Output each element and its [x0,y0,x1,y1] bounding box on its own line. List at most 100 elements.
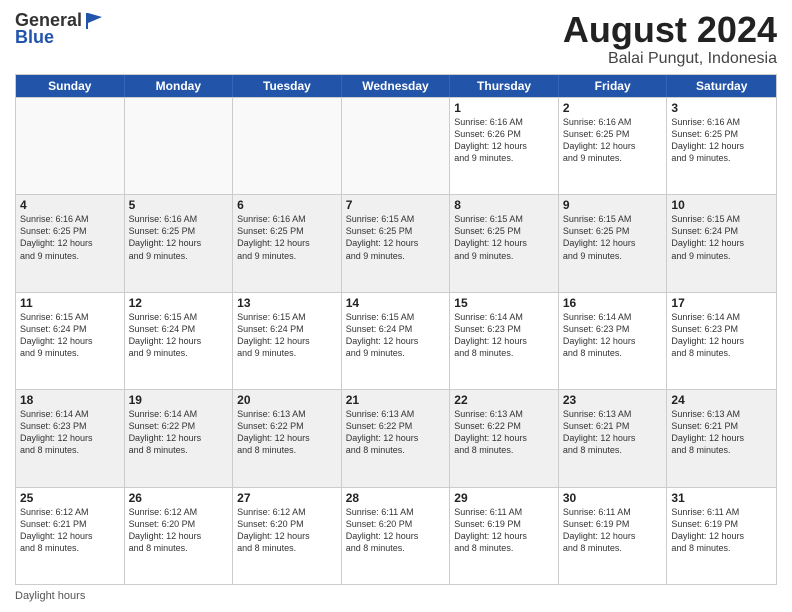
calendar-cell: 7Sunrise: 6:15 AM Sunset: 6:25 PM Daylig… [342,195,451,291]
calendar-cell: 9Sunrise: 6:15 AM Sunset: 6:25 PM Daylig… [559,195,668,291]
calendar-body: 1Sunrise: 6:16 AM Sunset: 6:26 PM Daylig… [16,97,776,584]
calendar-row-2: 4Sunrise: 6:16 AM Sunset: 6:25 PM Daylig… [16,194,776,291]
calendar-cell: 6Sunrise: 6:16 AM Sunset: 6:25 PM Daylig… [233,195,342,291]
day-number: 23 [563,393,663,407]
logo-flag-icon [84,11,104,31]
calendar-cell: 21Sunrise: 6:13 AM Sunset: 6:22 PM Dayli… [342,390,451,486]
day-info: Sunrise: 6:12 AM Sunset: 6:20 PM Dayligh… [237,506,337,555]
calendar-cell: 15Sunrise: 6:14 AM Sunset: 6:23 PM Dayli… [450,293,559,389]
calendar-row-5: 25Sunrise: 6:12 AM Sunset: 6:21 PM Dayli… [16,487,776,584]
day-info: Sunrise: 6:14 AM Sunset: 6:23 PM Dayligh… [454,311,554,360]
day-number: 10 [671,198,772,212]
calendar-cell: 3Sunrise: 6:16 AM Sunset: 6:25 PM Daylig… [667,98,776,194]
day-info: Sunrise: 6:11 AM Sunset: 6:20 PM Dayligh… [346,506,446,555]
day-info: Sunrise: 6:12 AM Sunset: 6:21 PM Dayligh… [20,506,120,555]
calendar-cell: 30Sunrise: 6:11 AM Sunset: 6:19 PM Dayli… [559,488,668,584]
day-info: Sunrise: 6:12 AM Sunset: 6:20 PM Dayligh… [129,506,229,555]
calendar-cell: 17Sunrise: 6:14 AM Sunset: 6:23 PM Dayli… [667,293,776,389]
day-number: 20 [237,393,337,407]
calendar-cell: 23Sunrise: 6:13 AM Sunset: 6:21 PM Dayli… [559,390,668,486]
day-info: Sunrise: 6:15 AM Sunset: 6:25 PM Dayligh… [454,213,554,262]
day-info: Sunrise: 6:16 AM Sunset: 6:25 PM Dayligh… [671,116,772,165]
day-info: Sunrise: 6:13 AM Sunset: 6:22 PM Dayligh… [346,408,446,457]
weekday-header-wednesday: Wednesday [342,75,451,97]
day-number: 8 [454,198,554,212]
calendar-cell: 22Sunrise: 6:13 AM Sunset: 6:22 PM Dayli… [450,390,559,486]
calendar-row-3: 11 Sunrise: 6:15 AM Sunset: 6:24 PM Dayli… [16,292,776,389]
calendar-cell: 26Sunrise: 6:12 AM Sunset: 6:20 PM Dayli… [125,488,234,584]
day-info: Sunrise: 6:16 AM Sunset: 6:25 PM Dayligh… [237,213,337,262]
weekday-header-thursday: Thursday [450,75,559,97]
day-number: 3 [671,101,772,115]
day-number: 30 [563,491,663,505]
day-number: 19 [129,393,229,407]
logo-blue-text: Blue [15,27,54,48]
day-number: 21 [346,393,446,407]
calendar-cell: 12Sunrise: 6:15 AM Sunset: 6:24 PM Dayli… [125,293,234,389]
footer: Daylight hours [15,590,777,602]
day-info: Sunrise: 6:15 AM Sunset: 6:25 PM Dayligh… [346,213,446,262]
calendar-cell: 1Sunrise: 6:16 AM Sunset: 6:26 PM Daylig… [450,98,559,194]
day-number: 24 [671,393,772,407]
day-info: Sunrise: 6:14 AM Sunset: 6:22 PM Dayligh… [129,408,229,457]
weekday-header-tuesday: Tuesday [233,75,342,97]
day-number: 11 [20,296,120,310]
day-number: 6 [237,198,337,212]
day-info: Sunrise: 6:11 AM Sunset: 6:19 PM Dayligh… [671,506,772,555]
day-number: 16 [563,296,663,310]
day-info: Sunrise: 6:15 AM Sunset: 6:24 PM Dayligh… [237,311,337,360]
calendar-cell: 14Sunrise: 6:15 AM Sunset: 6:24 PM Dayli… [342,293,451,389]
day-info: Sunrise: 6:13 AM Sunset: 6:21 PM Dayligh… [671,408,772,457]
calendar-cell: 13Sunrise: 6:15 AM Sunset: 6:24 PM Dayli… [233,293,342,389]
month-year-title: August 2024 [563,10,777,50]
day-info: Sunrise: 6:14 AM Sunset: 6:23 PM Dayligh… [20,408,120,457]
calendar-row-4: 18Sunrise: 6:14 AM Sunset: 6:23 PM Dayli… [16,389,776,486]
day-info: Sunrise: 6:15 AM Sunset: 6:24 PM Dayligh… [129,311,229,360]
calendar-cell: 5Sunrise: 6:16 AM Sunset: 6:25 PM Daylig… [125,195,234,291]
logo: General Blue [15,10,104,48]
day-number: 5 [129,198,229,212]
calendar-cell: 16Sunrise: 6:14 AM Sunset: 6:23 PM Dayli… [559,293,668,389]
page: General Blue August 2024 Balai Pungut, I… [0,0,792,612]
calendar-cell: 28Sunrise: 6:11 AM Sunset: 6:20 PM Dayli… [342,488,451,584]
weekday-header-friday: Friday [559,75,668,97]
calendar-cell: 19Sunrise: 6:14 AM Sunset: 6:22 PM Dayli… [125,390,234,486]
calendar: SundayMondayTuesdayWednesdayThursdayFrid… [15,74,777,585]
daylight-label: Daylight hours [15,590,85,602]
day-number: 28 [346,491,446,505]
day-number: 27 [237,491,337,505]
day-info: Sunrise: 6:15 AM Sunset: 6:24 PM Dayligh… [671,213,772,262]
day-number: 7 [346,198,446,212]
day-number: 22 [454,393,554,407]
calendar-cell: 11Sunrise: 6:15 AM Sunset: 6:24 PM Dayli… [16,293,125,389]
location-subtitle: Balai Pungut, Indonesia [563,50,777,68]
calendar-cell: 20Sunrise: 6:13 AM Sunset: 6:22 PM Dayli… [233,390,342,486]
day-info: Sunrise: 6:13 AM Sunset: 6:22 PM Dayligh… [454,408,554,457]
calendar-cell: 31Sunrise: 6:11 AM Sunset: 6:19 PM Dayli… [667,488,776,584]
day-number: 18 [20,393,120,407]
day-info: Sunrise: 6:16 AM Sunset: 6:25 PM Dayligh… [129,213,229,262]
calendar-cell: 2Sunrise: 6:16 AM Sunset: 6:25 PM Daylig… [559,98,668,194]
day-info: Sunrise: 6:11 AM Sunset: 6:19 PM Dayligh… [563,506,663,555]
day-info: Sunrise: 6:15 AM Sunset: 6:25 PM Dayligh… [563,213,663,262]
day-number: 25 [20,491,120,505]
day-number: 13 [237,296,337,310]
calendar-cell: 8Sunrise: 6:15 AM Sunset: 6:25 PM Daylig… [450,195,559,291]
day-number: 29 [454,491,554,505]
weekday-header-sunday: Sunday [16,75,125,97]
day-number: 4 [20,198,120,212]
calendar-cell: 27Sunrise: 6:12 AM Sunset: 6:20 PM Dayli… [233,488,342,584]
weekday-header-saturday: Saturday [667,75,776,97]
day-info: Sunrise: 6:16 AM Sunset: 6:25 PM Dayligh… [20,213,120,262]
day-number: 15 [454,296,554,310]
day-info: Sunrise: 6:16 AM Sunset: 6:25 PM Dayligh… [563,116,663,165]
calendar-cell: 25Sunrise: 6:12 AM Sunset: 6:21 PM Dayli… [16,488,125,584]
day-info: Sunrise: 6:11 AM Sunset: 6:19 PM Dayligh… [454,506,554,555]
calendar-cell: 4Sunrise: 6:16 AM Sunset: 6:25 PM Daylig… [16,195,125,291]
calendar-cell: 24Sunrise: 6:13 AM Sunset: 6:21 PM Dayli… [667,390,776,486]
day-info: Sunrise: 6:15 AM Sunset: 6:24 PM Dayligh… [346,311,446,360]
calendar-header: SundayMondayTuesdayWednesdayThursdayFrid… [16,75,776,97]
day-number: 2 [563,101,663,115]
day-number: 14 [346,296,446,310]
calendar-cell: 18Sunrise: 6:14 AM Sunset: 6:23 PM Dayli… [16,390,125,486]
